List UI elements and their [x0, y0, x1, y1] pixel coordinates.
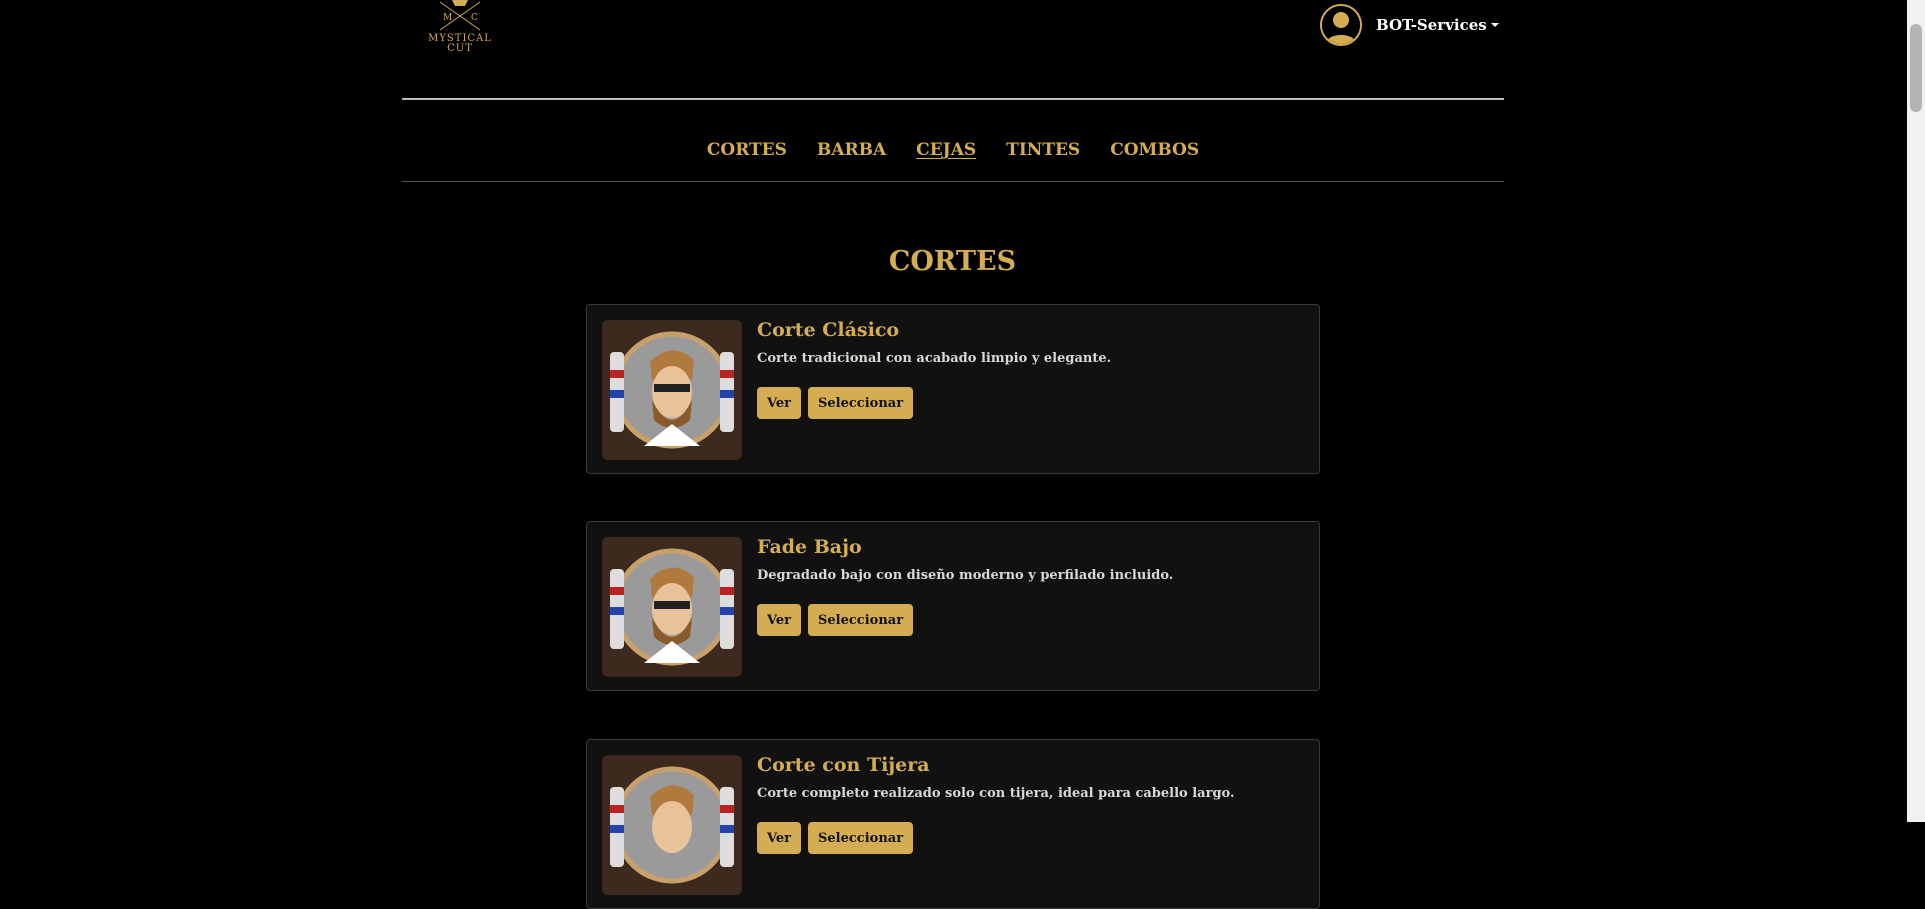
- barber-logo-image: [602, 755, 742, 895]
- scrollbar-thumb[interactable]: [1910, 24, 1922, 112]
- service-title: Fade Bajo: [757, 536, 862, 558]
- barber-logo-image: [602, 537, 742, 677]
- service-description: Corte tradicional con acabado limpio y e…: [757, 351, 1112, 366]
- logo-name-second: CUT: [447, 43, 473, 54]
- service-title: Corte con Tijera: [757, 754, 930, 776]
- header-divider: [402, 98, 1504, 100]
- nav-divider: [402, 181, 1504, 182]
- category-nav: CORTES BARBA CEJAS TINTES COMBOS: [402, 140, 1504, 160]
- service-card: Corte con Tijera Corte completo realizad…: [586, 739, 1320, 909]
- scissors-comb-icon: M C: [439, 0, 481, 31]
- service-card: Fade Bajo Degradado bajo con diseño mode…: [586, 521, 1320, 691]
- tab-combos[interactable]: COMBOS: [1110, 140, 1199, 160]
- view-button[interactable]: Ver: [757, 604, 802, 636]
- tab-cortes[interactable]: CORTES: [707, 140, 787, 160]
- view-button[interactable]: Ver: [757, 387, 802, 419]
- user-menu[interactable]: BOT-Services: [1320, 2, 1499, 48]
- tab-barba[interactable]: BARBA: [817, 140, 886, 160]
- user-name: BOT-Services: [1376, 16, 1487, 34]
- select-button[interactable]: Seleccionar: [808, 604, 914, 636]
- service-description: Corte completo realizado solo con tijera…: [757, 786, 1235, 801]
- service-description: Degradado bajo con diseño moderno y perf…: [757, 568, 1174, 583]
- view-button[interactable]: Ver: [757, 822, 802, 854]
- logo-letter-c: C: [471, 13, 478, 23]
- chevron-down-icon: [1490, 23, 1499, 27]
- user-icon: [1322, 6, 1360, 44]
- section-title: CORTES: [888, 246, 1017, 277]
- select-button[interactable]: Seleccionar: [808, 822, 914, 854]
- avatar: [1320, 4, 1362, 46]
- barber-logo-image: [602, 320, 742, 460]
- logo-letter-m: M: [443, 13, 452, 23]
- tab-tintes[interactable]: TINTES: [1006, 140, 1080, 160]
- service-title: Corte Clásico: [757, 319, 900, 341]
- page-scrollbar[interactable]: [1907, 0, 1925, 822]
- brand-logo[interactable]: M C MYSTICAL CUT: [424, 0, 496, 58]
- service-card: Corte Clásico Corte tradicional con acab…: [586, 304, 1320, 474]
- select-button[interactable]: Seleccionar: [808, 387, 914, 419]
- tab-cejas[interactable]: CEJAS: [916, 140, 976, 160]
